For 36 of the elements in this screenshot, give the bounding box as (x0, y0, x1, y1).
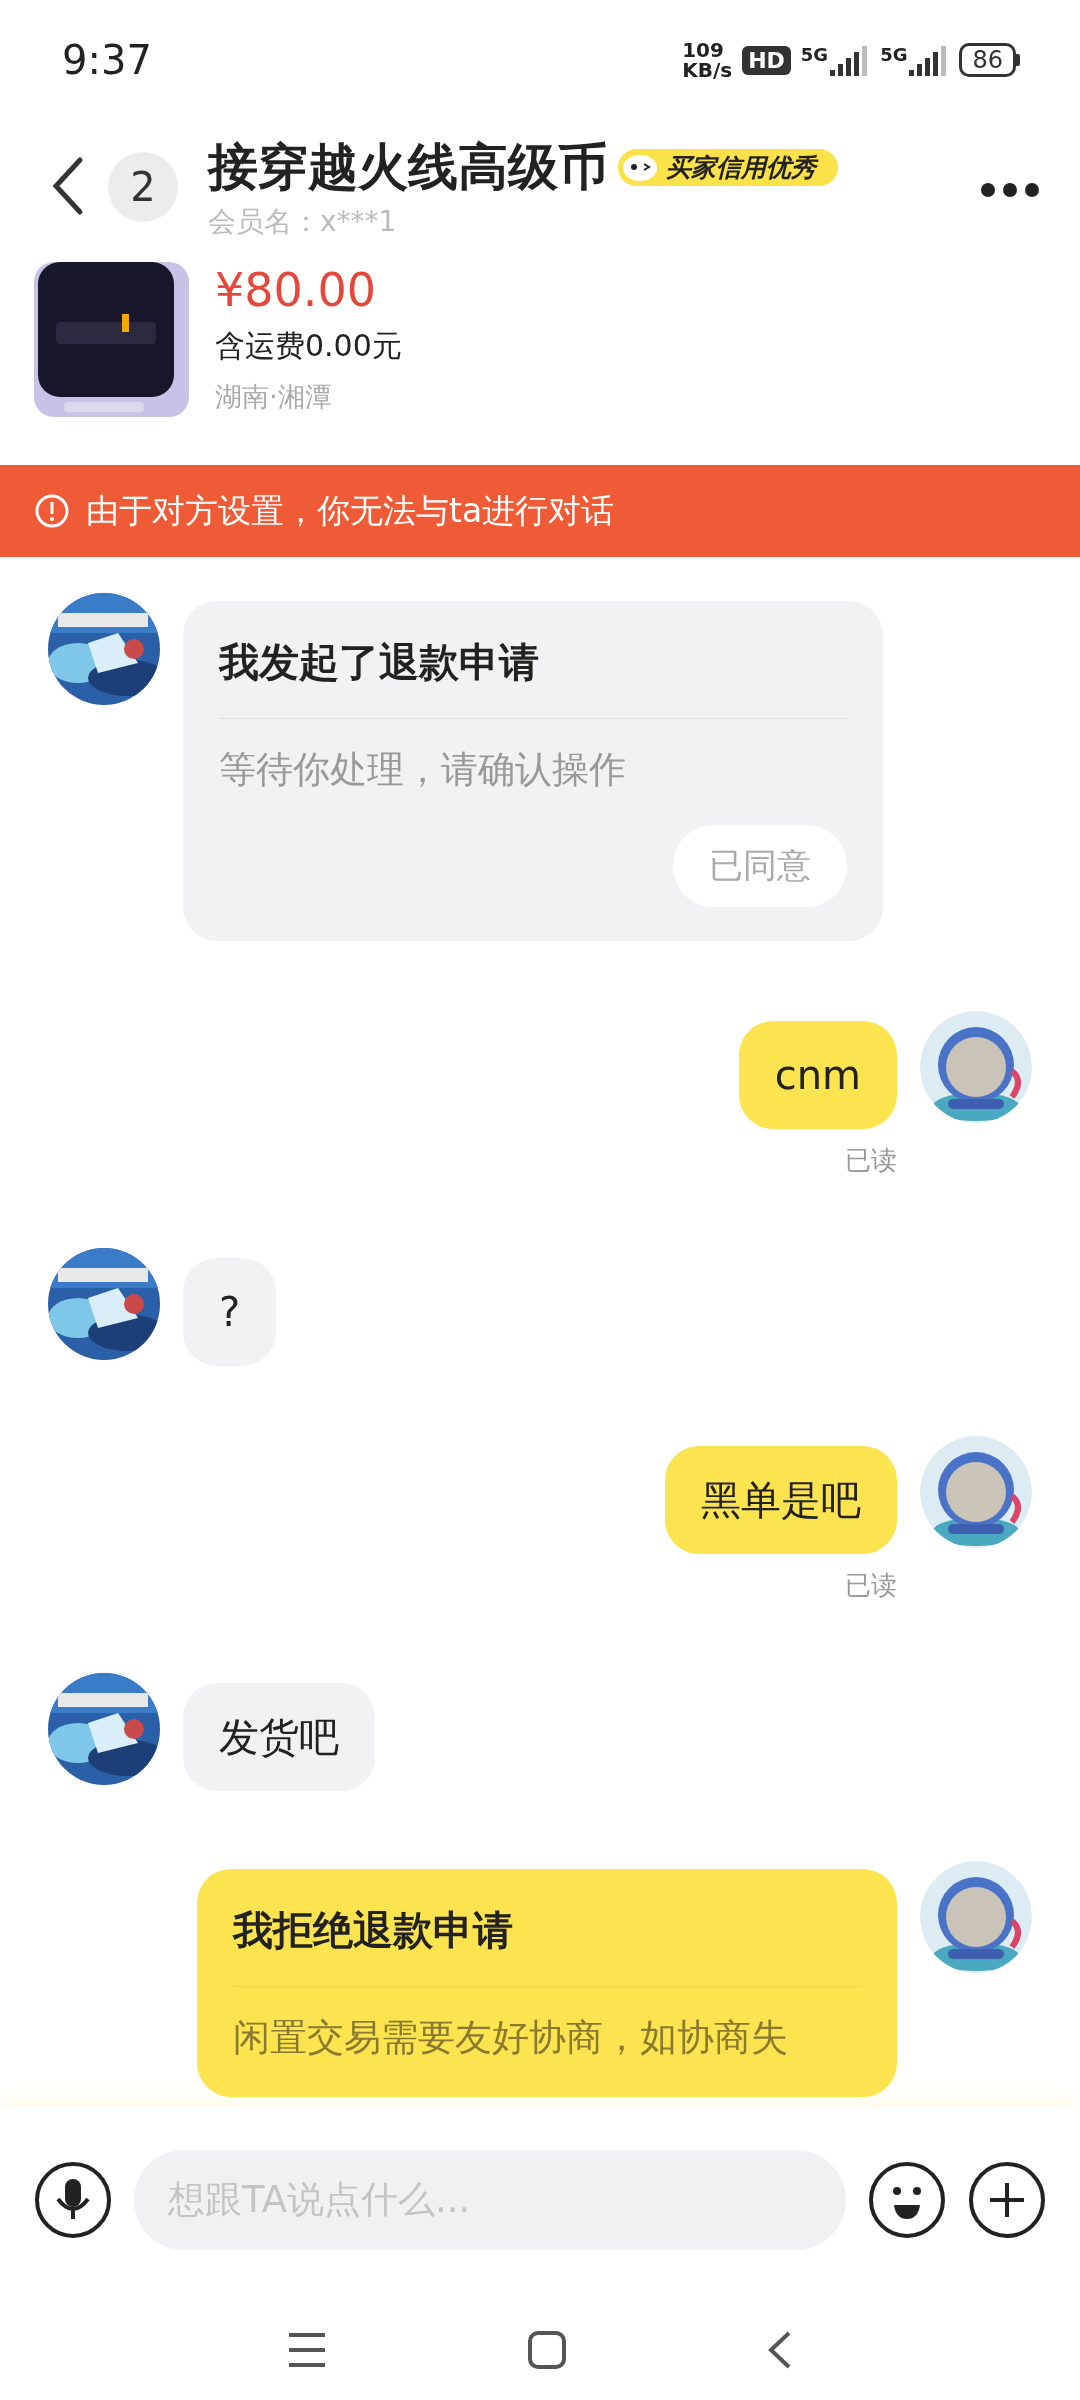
card-title: 我拒绝退款申请 (233, 1903, 861, 1987)
clock: 9:37 (62, 37, 152, 83)
price: ¥80.00 (215, 262, 377, 318)
more-icon[interactable] (980, 182, 1040, 198)
message-bubble: 发货吧 (183, 1683, 375, 1791)
network-type: 5G (800, 44, 829, 65)
card-title: 我发起了退款申请 (219, 635, 847, 719)
hd-badge: HD (742, 45, 791, 75)
card-body: 闲置交易需要友好协商，如协商失 (233, 2015, 789, 2061)
message-bubble: 黑单是吧 (665, 1446, 897, 1554)
chat-title: 接穿越火线高级币 (208, 137, 608, 198)
unread-count: 2 (108, 152, 178, 222)
shipping-fee: 含运费0.00元 (215, 327, 402, 365)
avatar-icon (920, 1861, 1032, 1973)
read-status: 已读 (845, 1144, 897, 1177)
avatar-icon (920, 1011, 1032, 1123)
menu-icon[interactable] (287, 2330, 327, 2369)
back-icon[interactable] (50, 156, 84, 216)
network-speed: 109 KB/s (682, 40, 733, 80)
warning-icon (34, 493, 70, 529)
back-icon[interactable] (767, 2329, 793, 2370)
location: 湖南·湘潭 (215, 380, 333, 414)
message-bubble: cnm (738, 1021, 897, 1129)
credit-badge: 买家信用优秀 (618, 149, 838, 186)
network-type: 5G (880, 44, 908, 65)
microphone-icon[interactable] (34, 2160, 112, 2239)
avatar-icon (920, 1436, 1032, 1548)
notice-text: 由于对方设置，你无法与ta进行对话 (86, 489, 615, 532)
member-name: 会员名：x***1 (208, 204, 398, 240)
emoji-icon[interactable] (868, 2160, 946, 2239)
home-icon[interactable] (527, 2329, 567, 2370)
agreed-button[interactable]: 已同意 (673, 825, 847, 907)
add-icon[interactable] (968, 2160, 1046, 2239)
message-bubble: ? (183, 1258, 277, 1366)
card-body: 等待你处理，请确认操作 (219, 747, 627, 793)
read-status: 已读 (845, 1569, 897, 1602)
